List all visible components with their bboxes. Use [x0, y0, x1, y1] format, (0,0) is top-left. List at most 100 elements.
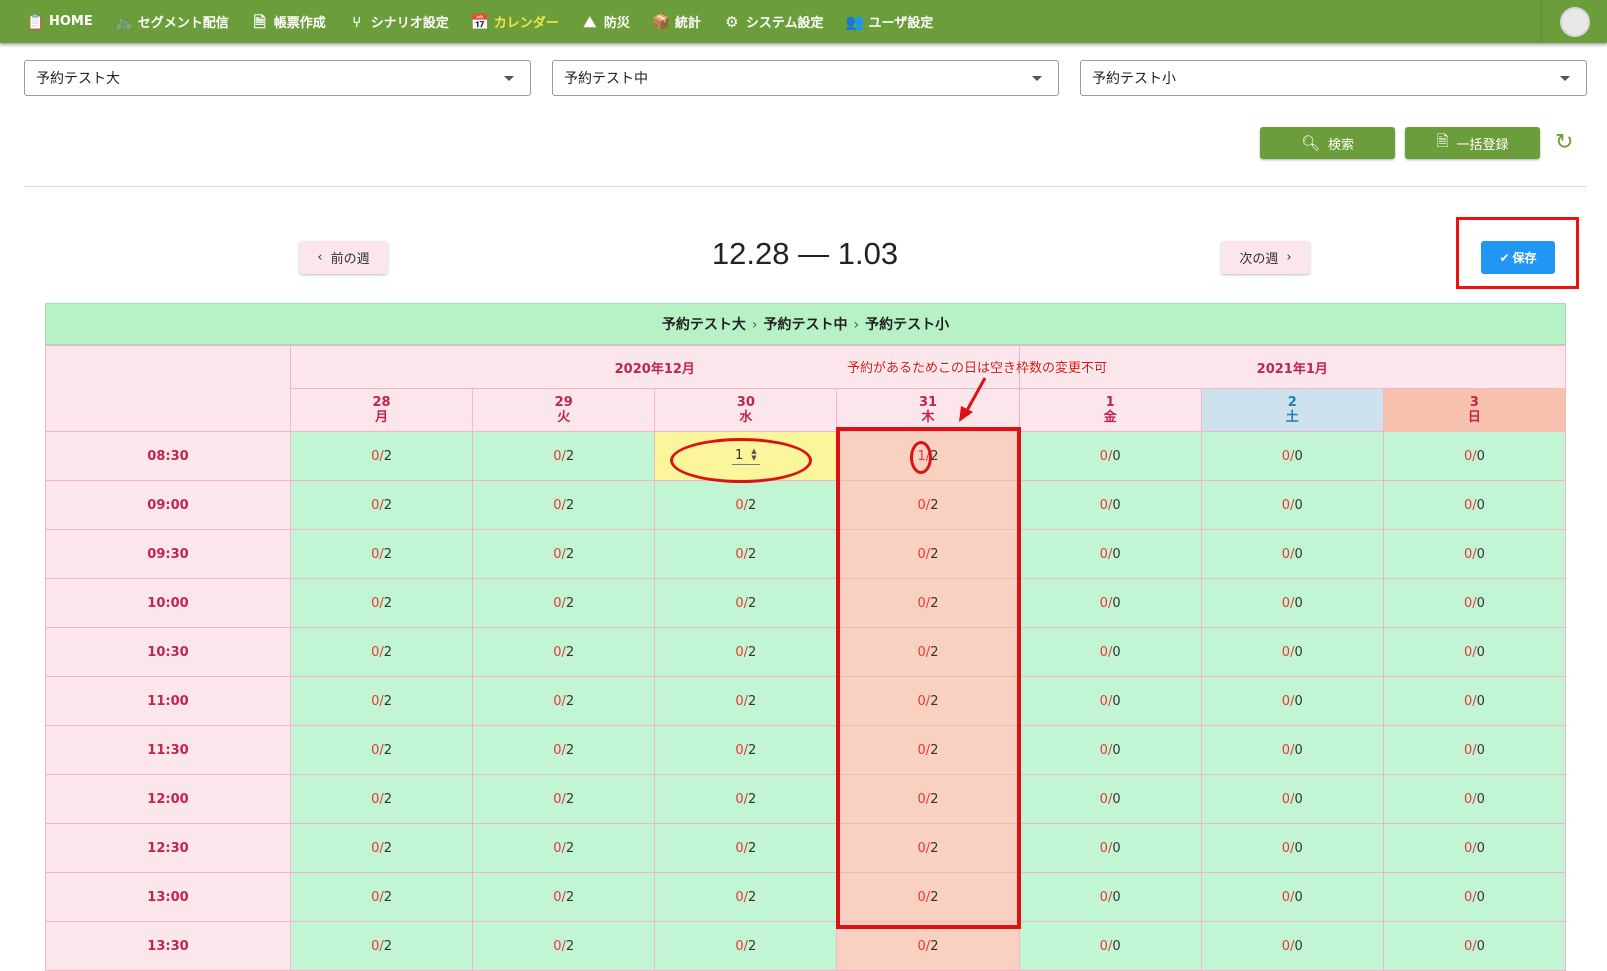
- slot-cell[interactable]: 0/2: [654, 774, 838, 824]
- next-week-button[interactable]: 次の週 ›: [1221, 241, 1310, 274]
- slot-cell[interactable]: 0/0: [1200, 921, 1384, 971]
- slot-cell[interactable]: 1 ▲ ▼: [654, 431, 838, 481]
- slot-cell[interactable]: 0/2: [836, 480, 1020, 530]
- slot-cell[interactable]: 0/0: [1200, 823, 1384, 873]
- slot-cell[interactable]: 0/2: [836, 725, 1020, 775]
- slot-cell[interactable]: 0/0: [1018, 872, 1202, 922]
- stepper-arrows-icon[interactable]: ▲ ▼: [751, 448, 756, 462]
- slot-cell[interactable]: 0/2: [472, 480, 656, 530]
- slot-cell[interactable]: 0/2: [289, 725, 474, 775]
- slot-cell[interactable]: 0/2: [836, 823, 1020, 873]
- slot-cell[interactable]: 0/0: [1018, 921, 1202, 971]
- slot-cell[interactable]: 0/2: [654, 823, 838, 873]
- slot-cell[interactable]: 0/0: [1200, 529, 1384, 579]
- slot-cell[interactable]: 0/2: [472, 725, 656, 775]
- slot-cell[interactable]: 0/2: [472, 676, 656, 726]
- slot-cell[interactable]: 0/2: [472, 627, 656, 677]
- slot-cell[interactable]: 0/0: [1018, 676, 1202, 726]
- slot-cell[interactable]: 0/0: [1018, 725, 1202, 775]
- slot-cell[interactable]: 0/2: [289, 627, 474, 677]
- slot-cell[interactable]: 0/0: [1200, 676, 1384, 726]
- slot-cell[interactable]: 0/2: [836, 627, 1020, 677]
- slot-cell[interactable]: 0/0: [1382, 872, 1567, 922]
- nav-item-3[interactable]: ⑂ シナリオ設定: [348, 12, 449, 32]
- medium-category-select[interactable]: 予約テスト中: [552, 60, 1059, 96]
- slot-cell[interactable]: 0/2: [836, 921, 1020, 971]
- search-button[interactable]: 🔍︎ 検索: [1260, 127, 1395, 159]
- nav-item-5[interactable]: ⛰ 防災: [581, 12, 630, 32]
- slot-cell[interactable]: 0/2: [654, 872, 838, 922]
- slot-cell[interactable]: 0/2: [289, 578, 474, 628]
- capacity-count: 0: [1294, 889, 1303, 905]
- nav-item-6[interactable]: 📦 統計: [652, 12, 701, 32]
- slot-cell[interactable]: 0/2: [836, 872, 1020, 922]
- save-button[interactable]: ✔ 保存: [1481, 241, 1555, 274]
- slot-cell[interactable]: 0/2: [654, 921, 838, 971]
- small-category-select[interactable]: 予約テスト小: [1080, 60, 1587, 96]
- slot-cell[interactable]: 0/0: [1018, 480, 1202, 530]
- nav-item-8[interactable]: 👥 ユーザ設定: [845, 12, 933, 32]
- slot-cell[interactable]: 0/0: [1018, 823, 1202, 873]
- avatar[interactable]: [1559, 6, 1590, 37]
- slot-cell[interactable]: 0/0: [1382, 823, 1567, 873]
- slot-cell[interactable]: 0/2: [654, 725, 838, 775]
- slot-cell[interactable]: 0/2: [289, 774, 474, 824]
- slot-cell[interactable]: 0/2: [289, 480, 474, 530]
- large-category-select[interactable]: 予約テスト大: [24, 60, 531, 96]
- slot-cell[interactable]: 0/0: [1382, 921, 1567, 971]
- slot-cell[interactable]: 0/0: [1382, 676, 1567, 726]
- slot-cell[interactable]: 0/2: [836, 578, 1020, 628]
- slot-cell[interactable]: 0/0: [1382, 529, 1567, 579]
- nav-item-2[interactable]: 🗎 帳票作成: [251, 12, 326, 32]
- slot-cell[interactable]: 0/0: [1018, 578, 1202, 628]
- slot-cell[interactable]: 0/2: [472, 921, 656, 971]
- slot-cell[interactable]: 0/0: [1018, 627, 1202, 677]
- user-menu[interactable]: [1541, 0, 1607, 43]
- slot-cell[interactable]: 0/2: [472, 431, 656, 481]
- slot-cell[interactable]: 0/2: [654, 676, 838, 726]
- slot-cell[interactable]: 0/2: [289, 529, 474, 579]
- slot-cell[interactable]: 0/2: [836, 676, 1020, 726]
- slot-cell[interactable]: 0/2: [654, 627, 838, 677]
- slot-cell[interactable]: 0/0: [1200, 627, 1384, 677]
- slot-cell[interactable]: 0/2: [472, 823, 656, 873]
- slot-cell[interactable]: 0/0: [1200, 872, 1384, 922]
- slot-cell[interactable]: 0/0: [1018, 774, 1202, 824]
- slot-cell[interactable]: 0/0: [1018, 529, 1202, 579]
- slot-cell[interactable]: 0/0: [1200, 725, 1384, 775]
- slot-cell[interactable]: 0/2: [472, 774, 656, 824]
- slot-cell[interactable]: 0/2: [836, 774, 1020, 824]
- slot-cell[interactable]: 0/2: [472, 529, 656, 579]
- slot-cell[interactable]: 0/0: [1382, 725, 1567, 775]
- slot-cell[interactable]: 0/0: [1018, 431, 1202, 481]
- slot-cell[interactable]: 0/2: [289, 872, 474, 922]
- slot-cell[interactable]: 0/2: [289, 921, 474, 971]
- slot-cell[interactable]: 0/2: [836, 529, 1020, 579]
- refresh-icon[interactable]: ↻: [1555, 130, 1573, 155]
- slot-cell[interactable]: 0/2: [654, 578, 838, 628]
- slot-cell[interactable]: 0/0: [1382, 431, 1567, 481]
- slot-cell[interactable]: 0/2: [289, 823, 474, 873]
- nav-item-1[interactable]: 🚲 セグメント配信: [115, 12, 229, 32]
- slot-cell[interactable]: 0/2: [654, 480, 838, 530]
- slot-cell[interactable]: 0/2: [472, 578, 656, 628]
- slot-cell[interactable]: 0/0: [1382, 480, 1567, 530]
- slot-cell[interactable]: 0/0: [1200, 480, 1384, 530]
- slot-cell[interactable]: 0/0: [1382, 774, 1567, 824]
- slot-cell[interactable]: 0/2: [472, 872, 656, 922]
- slot-cell[interactable]: 0/0: [1382, 627, 1567, 677]
- slot-cell[interactable]: 0/0: [1200, 774, 1384, 824]
- slot-cell[interactable]: 1/2: [836, 431, 1020, 481]
- prev-week-button[interactable]: ‹ 前の週: [299, 241, 388, 274]
- slot-cell[interactable]: 0/2: [654, 529, 838, 579]
- slot-cell[interactable]: 0/2: [289, 676, 474, 726]
- slot-cell[interactable]: 0/0: [1200, 431, 1384, 481]
- nav-item-0[interactable]: 📋 HOME: [26, 13, 93, 31]
- slot-cell[interactable]: 0/2: [289, 431, 474, 481]
- slot-cell[interactable]: 0/0: [1382, 578, 1567, 628]
- capacity-stepper[interactable]: 1 ▲ ▼: [732, 448, 760, 465]
- bulk-register-button[interactable]: 🗎 一括登録: [1405, 127, 1540, 159]
- nav-item-4[interactable]: 📅 カレンダー: [471, 12, 559, 32]
- nav-item-7[interactable]: ⚙ システム設定: [723, 12, 823, 32]
- slot-cell[interactable]: 0/0: [1200, 578, 1384, 628]
